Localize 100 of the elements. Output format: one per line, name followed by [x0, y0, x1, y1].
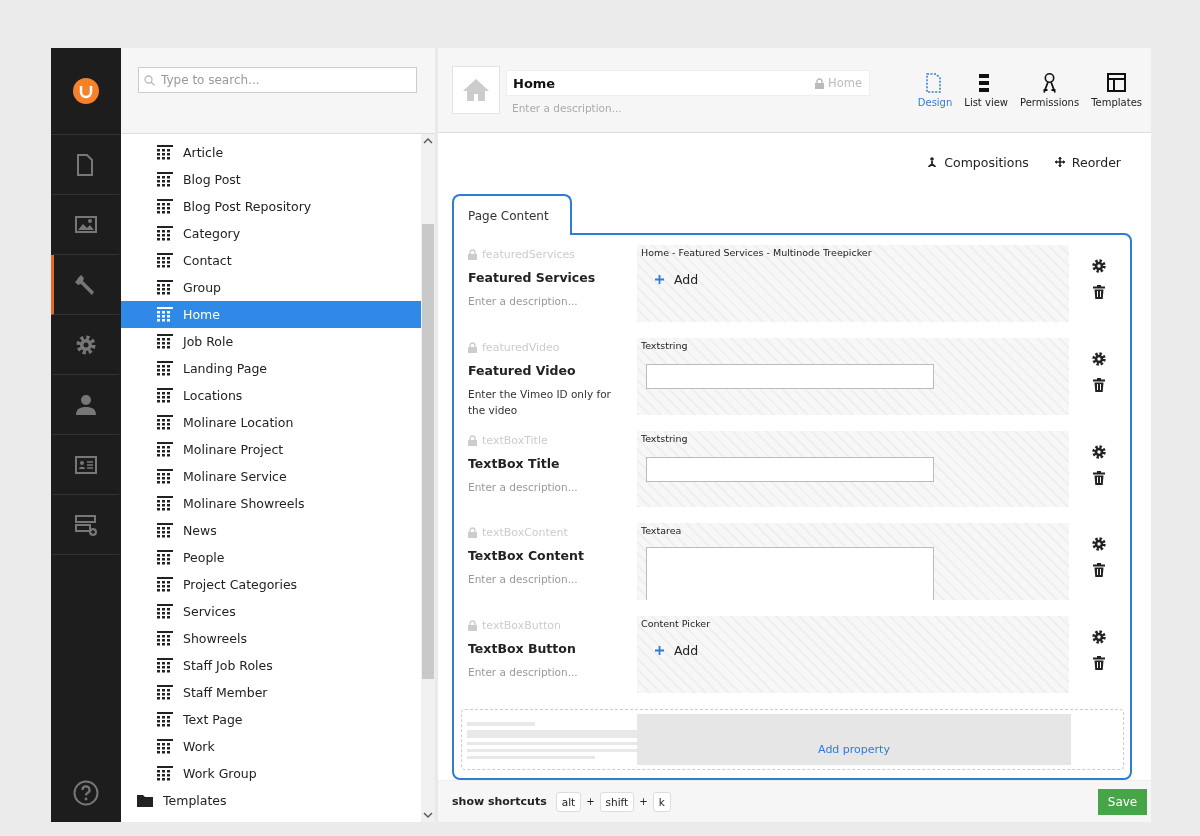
grid-icon: [157, 199, 173, 214]
tree-item[interactable]: Blog Post Repository: [121, 193, 421, 220]
help-icon[interactable]: [73, 780, 99, 806]
tree-item[interactable]: Home: [121, 301, 421, 328]
folder-icon: [137, 794, 153, 807]
settings-icon[interactable]: [1092, 537, 1106, 552]
grid-icon: [157, 469, 173, 484]
tree-item[interactable]: Work: [121, 733, 421, 760]
settings-icon[interactable]: [1092, 351, 1106, 366]
move-icon: [1054, 157, 1065, 168]
grid-icon: [157, 253, 173, 268]
grid-icon: [157, 280, 173, 295]
grid-icon: [157, 685, 173, 700]
grid-icon: [157, 388, 173, 403]
tree-item[interactable]: Molinare Service: [121, 463, 421, 490]
up-caret-icon: [423, 138, 433, 144]
id-card-icon: [75, 453, 97, 476]
property-description: Enter a description...: [468, 479, 579, 495]
tree-item[interactable]: Landing Page: [121, 355, 421, 382]
property-name: TextBox Title: [468, 455, 561, 471]
settings-icon[interactable]: [1092, 630, 1106, 645]
view-tab[interactable]: Permissions: [1015, 68, 1085, 112]
grid-icon: [157, 496, 173, 511]
text-input[interactable]: [646, 456, 934, 482]
action-button[interactable]: Compositions: [927, 154, 1029, 170]
tree-item[interactable]: Services: [121, 598, 421, 625]
trash-icon[interactable]: [1093, 470, 1105, 485]
scrollbar[interactable]: [421, 134, 435, 822]
grid-icon: [157, 334, 173, 349]
settings-icon[interactable]: [1092, 444, 1106, 459]
tree-item[interactable]: Locations: [121, 382, 421, 409]
grid-icon: [157, 145, 173, 160]
grid-icon: [157, 712, 173, 727]
trash-icon[interactable]: [1093, 656, 1105, 671]
tree-item[interactable]: Blog Post: [121, 166, 421, 193]
grid-icon: [157, 442, 173, 457]
search-icon: [144, 75, 155, 86]
grid-icon: [157, 307, 173, 322]
editor-label: Textstring: [641, 339, 689, 351]
house-icon: [462, 78, 490, 103]
tree-item[interactable]: Contact: [121, 247, 421, 274]
tree-item[interactable]: Templates: [121, 787, 421, 814]
add-button[interactable]: Add: [655, 641, 699, 660]
view-tab[interactable]: Design: [912, 68, 958, 112]
tree-item[interactable]: Article: [121, 139, 421, 166]
add-button[interactable]: Add: [655, 270, 699, 289]
key-cap: shift: [599, 791, 635, 812]
tree-item[interactable]: Project Categories: [121, 571, 421, 598]
search-field[interactable]: Type to search...: [138, 67, 417, 93]
group-tab[interactable]: Page Content: [452, 194, 572, 236]
grid-icon: [157, 523, 173, 538]
trash-icon[interactable]: [1093, 377, 1105, 392]
trash-icon[interactable]: [1093, 563, 1105, 578]
lock-icon: [468, 434, 477, 446]
tree-item[interactable]: Showreels: [121, 625, 421, 652]
tree-item[interactable]: Job Role: [121, 328, 421, 355]
editor-label: Home - Featured Services - Multinode Treepicker: [641, 247, 873, 259]
lock-icon: [468, 249, 477, 261]
tree-item[interactable]: Group: [121, 274, 421, 301]
tree-item[interactable]: Molinare Project: [121, 436, 421, 463]
property-description: Enter the Vimeo ID only for the video: [468, 386, 612, 418]
layout-icon: [1107, 72, 1127, 93]
trash-icon[interactable]: [1093, 285, 1105, 300]
grid-icon: [157, 361, 173, 376]
shortcuts-label: show shortcuts: [452, 795, 547, 809]
property-name: TextBox Button: [468, 641, 577, 657]
add-property-button[interactable]: Add property: [637, 713, 1071, 766]
settings-icon[interactable]: [1092, 259, 1106, 274]
key-cap: k: [652, 791, 671, 812]
grid-icon: [157, 172, 173, 187]
tree-item[interactable]: Category: [121, 220, 421, 247]
view-tab[interactable]: List view: [959, 68, 1013, 112]
grid-icon: [157, 739, 173, 754]
user-icon: [75, 393, 97, 416]
action-button[interactable]: Reorder: [1054, 154, 1121, 170]
lock-icon: [468, 620, 477, 632]
grid-icon: [157, 604, 173, 619]
tree-item[interactable]: Molinare Showreels: [121, 490, 421, 517]
tree-item[interactable]: Staff Member: [121, 679, 421, 706]
grid-icon: [157, 766, 173, 781]
tree-item[interactable]: Text Page: [121, 706, 421, 733]
tree-item[interactable]: Staff Job Roles: [121, 652, 421, 679]
tree-item[interactable]: News: [121, 517, 421, 544]
tree-item[interactable]: Molinare Location: [121, 409, 421, 436]
form-icon: [75, 513, 97, 536]
text-input[interactable]: [646, 363, 934, 389]
lock-icon: [815, 77, 825, 89]
image-icon: [75, 213, 97, 236]
property-name: TextBox Content: [468, 548, 585, 564]
down-caret-icon: [423, 812, 433, 818]
logo[interactable]: [73, 78, 99, 104]
plus-sign: +: [586, 796, 595, 808]
tree-item[interactable]: Work Group: [121, 760, 421, 787]
tree-item[interactable]: People: [121, 544, 421, 571]
plus-sign: +: [639, 796, 648, 808]
grid-icon: [157, 550, 173, 565]
view-tab[interactable]: Templates: [1086, 68, 1147, 112]
grid-icon: [157, 415, 173, 430]
plus-icon: [655, 275, 664, 285]
property-name: Featured Services: [468, 270, 597, 286]
